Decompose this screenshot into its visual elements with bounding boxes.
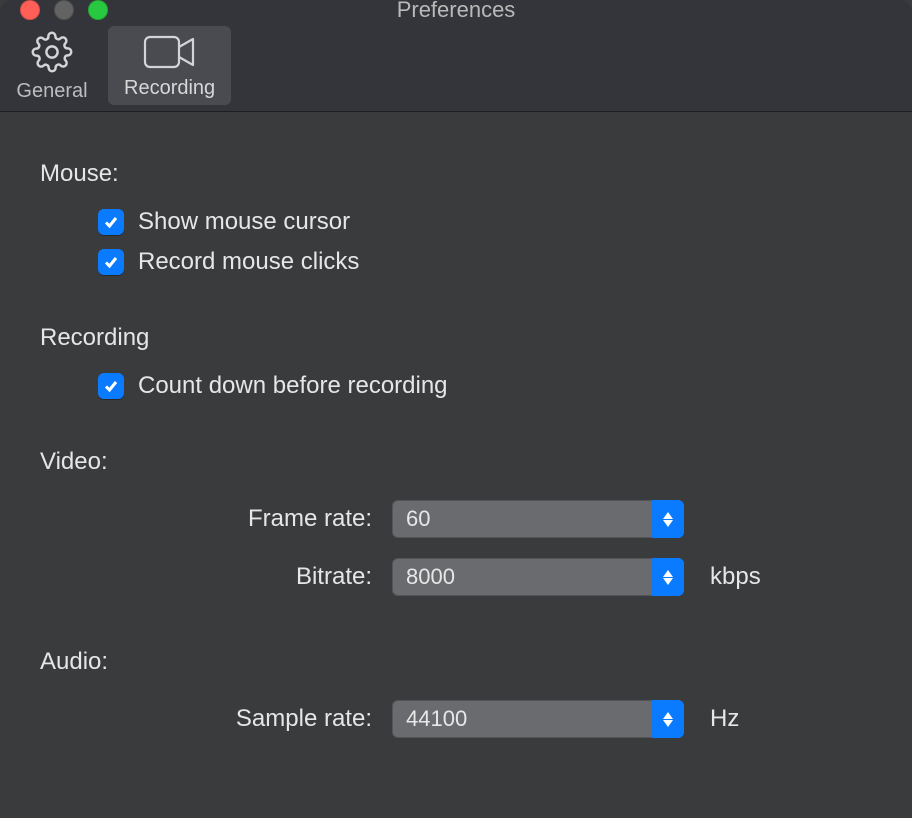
checkbox-row-show-cursor[interactable]: Show mouse cursor	[40, 202, 872, 242]
checkmark-icon	[103, 214, 119, 230]
section-header-mouse: Mouse:	[40, 160, 872, 188]
select-frame-rate[interactable]: 60	[392, 500, 684, 538]
select-value: 8000	[392, 564, 469, 590]
checkmark-icon	[103, 254, 119, 270]
checkbox-show-cursor[interactable]	[98, 209, 124, 235]
label-sample-rate: Sample rate:	[40, 705, 372, 733]
select-stepper-icon	[652, 558, 684, 596]
close-window-button[interactable]	[20, 0, 40, 20]
chevron-up-icon	[663, 712, 673, 719]
checkbox-label: Show mouse cursor	[138, 208, 350, 236]
section-mouse: Mouse: Show mouse cursor Record mouse cl…	[40, 160, 872, 282]
select-stepper-icon	[652, 500, 684, 538]
checkbox-row-record-clicks[interactable]: Record mouse clicks	[40, 242, 872, 282]
section-audio: Audio: Sample rate: 44100 Hz	[40, 648, 872, 748]
chevron-down-icon	[663, 578, 673, 585]
select-value: 60	[392, 506, 444, 532]
checkmark-icon	[103, 378, 119, 394]
preferences-toolbar: General Recording	[0, 20, 912, 112]
section-header-video: Video:	[40, 448, 872, 476]
section-recording: Recording Count down before recording	[40, 324, 872, 406]
minimize-window-button[interactable]	[54, 0, 74, 20]
label-frame-rate: Frame rate:	[40, 505, 372, 533]
window-title: Preferences	[0, 0, 912, 23]
section-header-recording: Recording	[40, 324, 872, 352]
unit-hz: Hz	[704, 705, 739, 733]
section-video: Video: Frame rate: 60 Bitrate: 8000	[40, 448, 872, 606]
row-bitrate: Bitrate: 8000 kbps	[40, 548, 872, 606]
select-stepper-icon	[652, 700, 684, 738]
select-bitrate[interactable]: 8000	[392, 558, 684, 596]
select-sample-rate[interactable]: 44100	[392, 700, 684, 738]
checkbox-row-countdown[interactable]: Count down before recording	[40, 366, 872, 406]
section-header-audio: Audio:	[40, 648, 872, 676]
chevron-up-icon	[663, 570, 673, 577]
checkbox-label: Count down before recording	[138, 372, 448, 400]
window-titlebar: Preferences	[0, 0, 912, 20]
row-frame-rate: Frame rate: 60	[40, 490, 872, 548]
preferences-content: Mouse: Show mouse cursor Record mouse cl…	[0, 112, 912, 818]
tab-label: General	[16, 80, 87, 103]
tab-label: Recording	[124, 77, 215, 100]
zoom-window-button[interactable]	[88, 0, 108, 20]
tab-general[interactable]: General	[0, 20, 104, 111]
video-camera-icon	[143, 33, 197, 71]
unit-kbps: kbps	[704, 563, 761, 591]
chevron-down-icon	[663, 520, 673, 527]
checkbox-record-clicks[interactable]	[98, 249, 124, 275]
gear-icon	[31, 30, 73, 74]
chevron-up-icon	[663, 512, 673, 519]
tab-recording[interactable]: Recording	[108, 26, 231, 105]
checkbox-label: Record mouse clicks	[138, 248, 359, 276]
select-value: 44100	[392, 706, 481, 732]
window-controls	[0, 0, 108, 20]
label-bitrate: Bitrate:	[40, 563, 372, 591]
chevron-down-icon	[663, 720, 673, 727]
row-sample-rate: Sample rate: 44100 Hz	[40, 690, 872, 748]
checkbox-countdown[interactable]	[98, 373, 124, 399]
preferences-window: Preferences General Recording	[0, 0, 912, 818]
